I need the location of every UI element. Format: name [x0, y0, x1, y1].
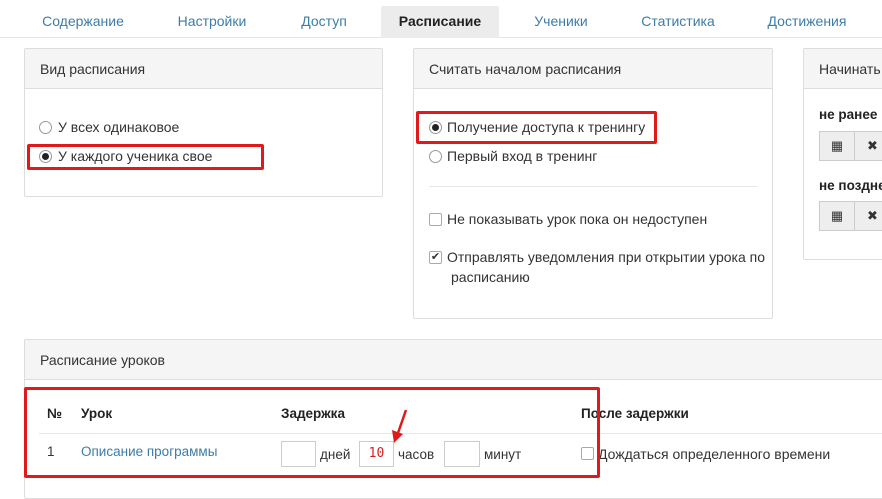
arrow-annotation [392, 409, 408, 443]
